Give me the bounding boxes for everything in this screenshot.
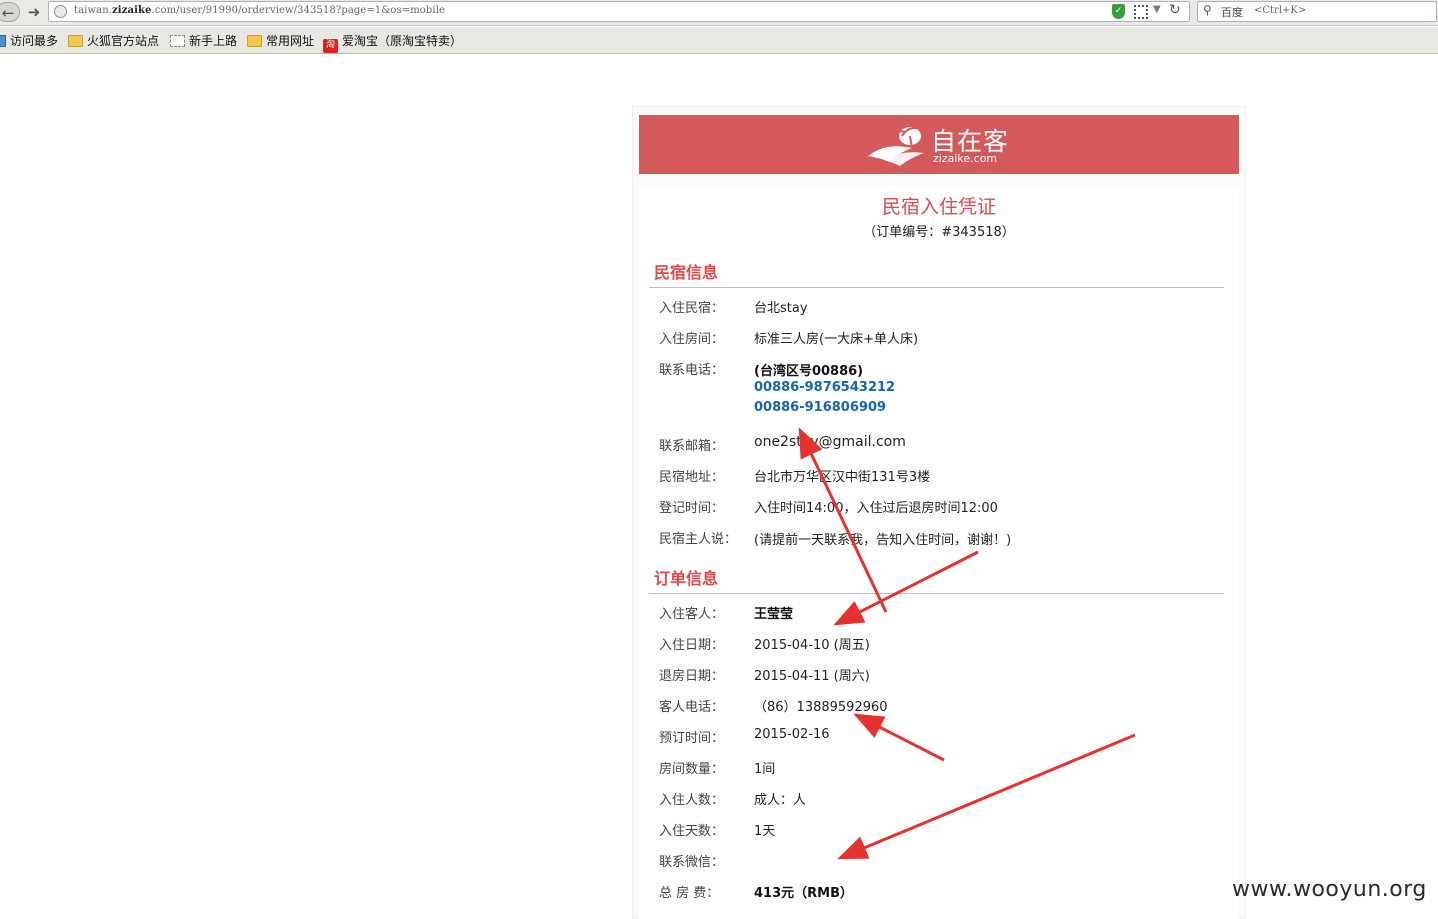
folder-icon (247, 35, 262, 47)
qr-code-icon[interactable] (1134, 5, 1148, 19)
page-title: 民宿入住凭证 (881, 196, 996, 218)
checkout-date-value: 2015-04-11 (周六) (754, 669, 870, 684)
contact-email-value: one2stay@gmail.com (754, 434, 906, 450)
room-count-value: 1间 (754, 762, 776, 777)
order-number: （订单编号：#343518） (863, 225, 1015, 240)
checkin-time-value: 入住时间14:00，入住过后退房时间12:00 (754, 501, 998, 516)
homestay-name-value: 台北stay (754, 301, 808, 316)
booking-date-value: 2015-02-16 (754, 727, 830, 742)
guest-count-value: 成人：人 (754, 793, 807, 808)
search-input[interactable]: ⚲ 百度 <Ctrl+K> (1197, 1, 1437, 22)
nights-value: 1天 (754, 824, 776, 839)
guest-name-label: 入住客人： (659, 607, 725, 622)
area-code-note: (台湾区号00886) (754, 364, 864, 379)
address-value: 台北市万华区汉中街131号3楼 (754, 470, 931, 485)
globe-icon (54, 5, 67, 18)
logo-domain: zizaike.com (933, 152, 998, 165)
bookmark-firefox-site[interactable]: 火狐官方站点 (68, 33, 159, 49)
checkin-time-label: 登记时间： (659, 501, 725, 516)
checkin-date-value: 2015-04-10 (周五) (754, 638, 870, 653)
room-type-label: 入住房间： (659, 332, 725, 347)
browser-toolbar: ← ➜ taiwan.zizaike.com/user/91990/orderv… (0, 0, 1438, 26)
homestay-name-label: 入住民宿： (659, 301, 725, 316)
search-engine-label: 百度 (1221, 6, 1243, 19)
booking-date-label: 预订时间： (659, 731, 725, 746)
guest-phone-label: 客人电话： (659, 700, 725, 715)
host-message-label: 民宿主人说： (659, 532, 738, 547)
bookmarks-toolbar: 访问最多 火狐官方站点 新手上路 常用网址 淘爱淘宝（原淘宝特卖） (0, 27, 1438, 54)
search-icon[interactable]: ⚲ (1203, 3, 1212, 17)
nights-label: 入住天数： (659, 824, 725, 839)
url-text[interactable]: taiwan.zizaike.com/user/91990/orderview/… (74, 5, 445, 16)
bookmark-label: 常用网址 (266, 34, 315, 48)
voucher-body (639, 188, 1239, 919)
section-homestay-heading: 民宿信息 (654, 263, 719, 282)
forward-icon[interactable]: ➜ (24, 2, 44, 22)
watermark: www.wooyun.org (1232, 877, 1427, 902)
room-type-value: 标准三人房(一大床+单人床) (754, 332, 919, 347)
contact-phone-link[interactable]: 00886-916806909 (754, 400, 886, 415)
total-fee-label: 总 房 费： (659, 886, 720, 901)
contact-email-label: 联系邮箱： (659, 439, 725, 454)
room-count-label: 房间数量： (659, 762, 725, 777)
contact-phone-label: 联系电话： (659, 363, 725, 378)
address-label: 民宿地址： (659, 470, 725, 485)
guest-name-value: 王莹莹 (754, 607, 794, 622)
section-order-heading: 订单信息 (654, 569, 719, 588)
contact-phone-link[interactable]: 00886-9876543212 (754, 380, 895, 395)
bookmark-label: 访问最多 (10, 34, 59, 48)
screenshot: ← ➜ taiwan.zizaike.com/user/91990/orderv… (0, 0, 1438, 919)
bookmark-taobao[interactable]: 淘爱淘宝（原淘宝特卖） (323, 33, 463, 53)
back-icon[interactable]: ← (0, 2, 20, 22)
divider (649, 593, 1224, 594)
dropdown-icon[interactable]: ▼ (1153, 4, 1161, 15)
guest-count-label: 入住人数： (659, 793, 725, 808)
reload-icon[interactable]: ↻ (1169, 2, 1181, 18)
total-fee-value: 413元（RMB） (754, 886, 853, 901)
checkin-date-label: 入住日期： (659, 638, 725, 653)
bookmark-label: 爱淘宝（原淘宝特卖） (342, 34, 463, 48)
palm-tree-logo-icon (868, 127, 924, 166)
page-icon (170, 35, 185, 47)
divider (649, 287, 1224, 288)
bookmark-label: 新手上路 (189, 34, 238, 48)
wechat-label: 联系微信： (659, 855, 725, 870)
bookmark-getting-started[interactable]: 新手上路 (170, 33, 237, 49)
bookmark-label: 火狐官方站点 (87, 34, 160, 48)
guest-phone-value: （86）13889592960 (754, 700, 888, 715)
most-visited-icon (0, 35, 6, 47)
taobao-icon: 淘 (323, 39, 338, 53)
shield-icon[interactable]: ✓ (1112, 4, 1125, 19)
bookmark-common-sites[interactable]: 常用网址 (247, 33, 314, 49)
search-placeholder: <Ctrl+K> (1254, 5, 1307, 16)
folder-icon (68, 35, 83, 47)
address-bar[interactable]: taiwan.zizaike.com/user/91990/orderview/… (48, 1, 1190, 22)
bookmark-most-visited[interactable]: 访问最多 (0, 33, 58, 49)
checkout-date-label: 退房日期： (659, 669, 725, 684)
host-message-value: (请提前一天联系我，告知入住时间，谢谢！) (754, 533, 1012, 548)
